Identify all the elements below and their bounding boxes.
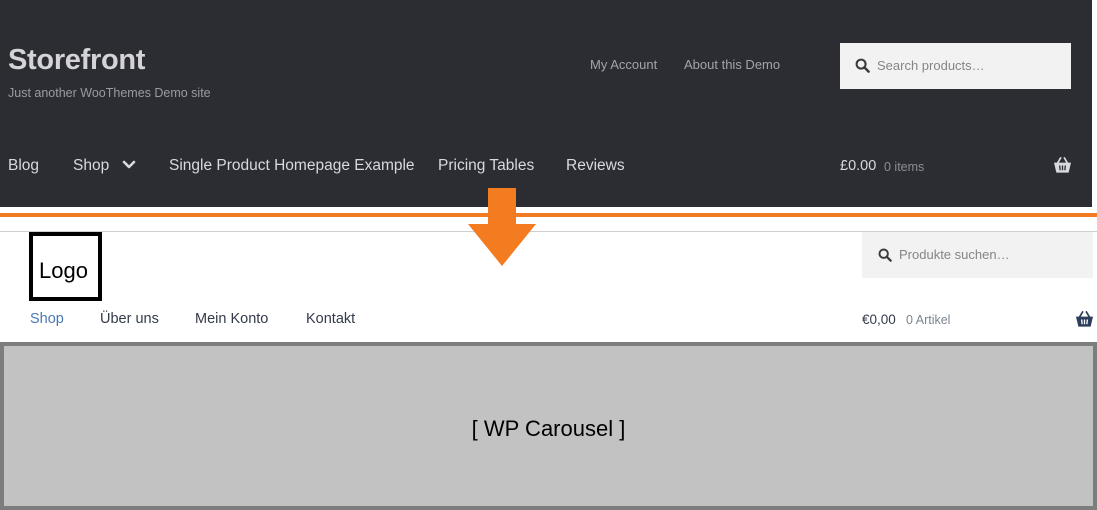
nav-link-my-account[interactable]: My Account [590,57,657,72]
nav-item-kontakt[interactable]: Kontakt [306,311,355,327]
search-placeholder: Search products… [877,58,985,73]
nav-item-shop[interactable]: Shop [73,157,109,175]
search-input-de[interactable]: Produkte suchen… [862,232,1093,278]
nav-link-about-demo[interactable]: About this Demo [684,57,780,72]
cart-count[interactable]: 0 Artikel [906,313,950,327]
carousel-label: [ WP Carousel ] [471,416,626,441]
basket-icon[interactable] [1053,157,1072,174]
cart-amount[interactable]: €0,00 [862,312,896,327]
nav-item-pricing-tables[interactable]: Pricing Tables [438,157,534,175]
search-icon [855,58,870,73]
logo-text: Logo [39,258,88,283]
logo-placeholder[interactable]: Logo [29,232,102,301]
cart-count[interactable]: 0 items [884,160,924,174]
site-description: Just another WooThemes Demo site [8,86,211,100]
nav-item-single-product-homepage[interactable]: Single Product Homepage Example [169,157,415,175]
nav-item-shop[interactable]: Shop [30,311,64,327]
storefront-header-dark: Storefront Just another WooThemes Demo s… [0,0,1097,207]
search-input[interactable]: Search products… [840,43,1071,89]
divider-line [0,213,1097,217]
carousel-placeholder[interactable]: [ WP Carousel ] [0,342,1097,510]
basket-icon[interactable] [1075,311,1094,328]
search-placeholder: Produkte suchen… [899,247,1010,262]
nav-item-mein-konto[interactable]: Mein Konto [195,311,268,327]
right-edge [1092,0,1097,207]
nav-item-blog[interactable]: Blog [8,157,39,175]
chevron-down-icon[interactable] [122,160,136,170]
site-title[interactable]: Storefront [8,44,145,77]
search-icon [878,248,892,262]
cart-amount[interactable]: £0.00 [840,158,876,174]
down-arrow-icon [468,188,536,266]
nav-item-reviews[interactable]: Reviews [566,157,625,175]
nav-item-ueber-uns[interactable]: Über uns [100,311,159,327]
